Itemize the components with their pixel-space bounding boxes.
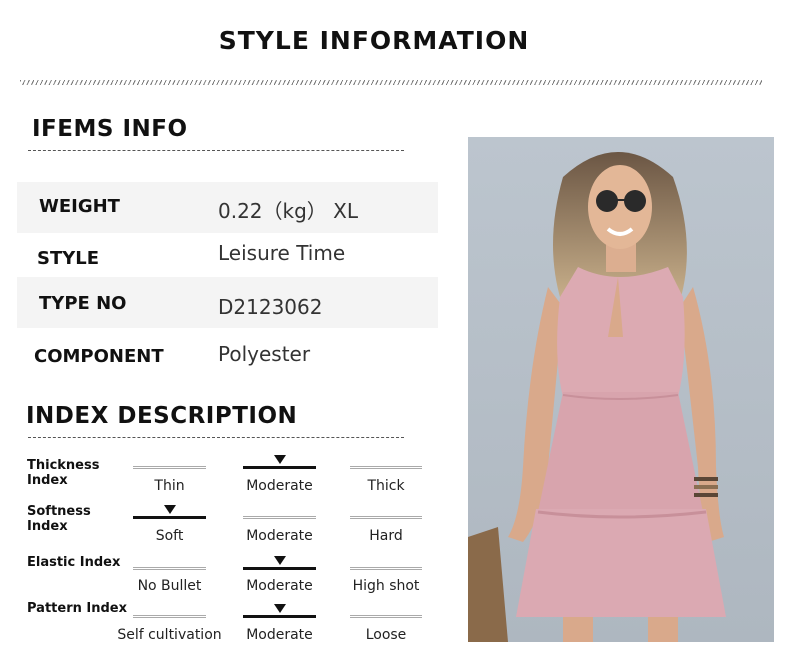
items-info-divider — [28, 150, 404, 151]
index-option-label: Moderate — [246, 627, 313, 643]
index-label-thickness: Thickness Index — [27, 458, 100, 488]
info-label: COMPONENT — [34, 346, 164, 367]
index-option-label: High shot — [352, 578, 420, 594]
index-bar — [350, 516, 422, 519]
index-option-label: Hard — [369, 528, 403, 544]
index-bar — [133, 615, 206, 618]
info-row-component: COMPONENT Polyester — [17, 329, 438, 380]
info-label: TYPE NO — [39, 293, 127, 314]
index-label-elastic: Elastic Index — [27, 555, 121, 570]
model-illustration — [468, 137, 774, 642]
index-bar-selected — [133, 516, 206, 519]
info-row-type-no: TYPE NO D2123062 — [17, 277, 438, 328]
items-info-heading: IFEMS INFO — [32, 116, 188, 142]
index-bar — [350, 567, 422, 570]
index-option-label: Thin — [154, 478, 185, 494]
index-bar-selected — [243, 615, 316, 618]
title-divider — [20, 80, 762, 85]
index-description-divider — [28, 437, 404, 438]
index-bar — [243, 516, 316, 519]
info-value: Leisure Time — [218, 241, 346, 265]
index-bar — [133, 466, 206, 469]
index-option-label: Moderate — [246, 478, 313, 494]
info-value: D2123062 — [218, 295, 323, 319]
selected-marker-icon — [163, 505, 176, 514]
index-option-label: Loose — [365, 627, 407, 643]
selected-marker-icon — [273, 455, 286, 464]
info-value: Polyester — [218, 342, 311, 366]
info-label: STYLE — [37, 248, 100, 269]
index-label-softness: Softness Index — [27, 504, 91, 534]
index-option-label: Moderate — [246, 578, 313, 594]
selected-marker-icon — [273, 604, 286, 613]
index-bar — [133, 567, 206, 570]
index-bar — [350, 615, 422, 618]
page-title: STYLE INFORMATION — [218, 26, 530, 55]
index-label-pattern: Pattern Index — [27, 601, 127, 616]
index-option-label: Moderate — [246, 528, 313, 544]
info-label: WEIGHT — [39, 196, 120, 217]
index-option-label: Soft — [155, 528, 184, 544]
index-option-label: Self cultivation — [117, 627, 222, 643]
product-photo — [468, 137, 774, 642]
index-description-heading: INDEX DESCRIPTION — [26, 403, 298, 429]
index-bar — [350, 466, 422, 469]
selected-marker-icon — [273, 556, 286, 565]
index-option-label: No Bullet — [137, 578, 202, 594]
info-row-weight: WEIGHT 0.22（kg） XL — [17, 182, 438, 233]
index-option-label: Thick — [367, 478, 405, 494]
index-bar-selected — [243, 567, 316, 570]
info-value: 0.22（kg） XL — [218, 199, 359, 223]
index-bar-selected — [243, 466, 316, 469]
